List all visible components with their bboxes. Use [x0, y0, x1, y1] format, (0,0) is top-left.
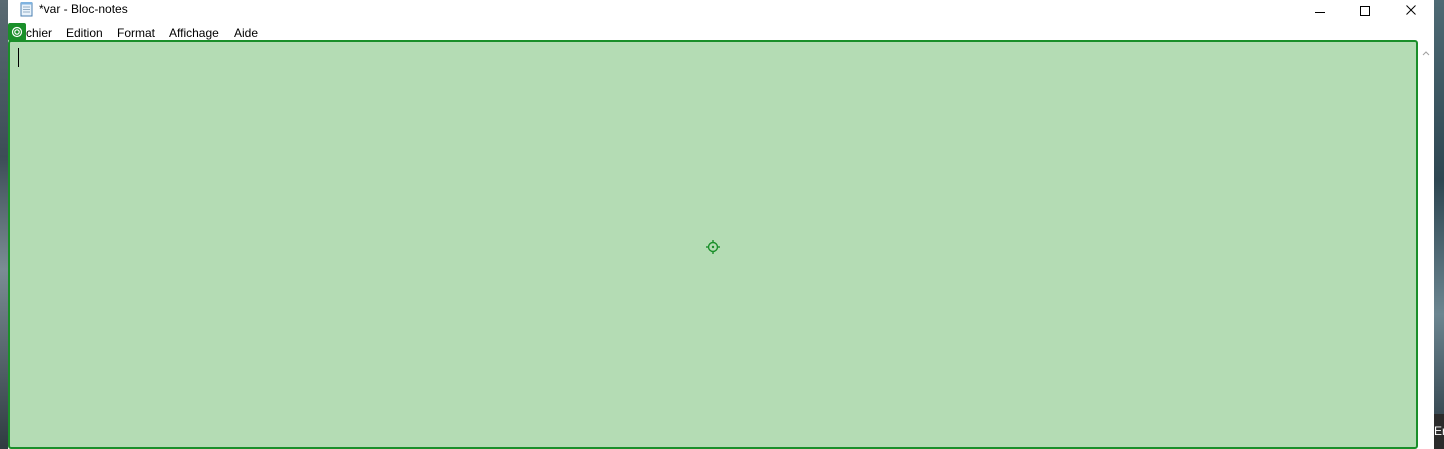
- screen: Er *var - Bloc-notes: [0, 0, 1444, 449]
- minimize-icon: [1315, 12, 1325, 13]
- text-editor-area[interactable]: [8, 40, 1418, 449]
- maximize-button[interactable]: [1342, 0, 1388, 20]
- close-button[interactable]: [1388, 0, 1434, 20]
- minimize-button[interactable]: [1297, 0, 1343, 20]
- crosshair-icon: [706, 240, 720, 254]
- text-caret: [18, 48, 19, 67]
- chevron-up-icon: [1422, 51, 1430, 56]
- scroll-up-button[interactable]: [1419, 47, 1433, 59]
- notepad-icon: [20, 2, 33, 17]
- menu-aide[interactable]: Aide: [234, 26, 258, 40]
- title-bar[interactable]: *var - Bloc-notes: [8, 0, 1434, 20]
- desktop-background-right: [1434, 0, 1444, 449]
- maximize-icon: [1360, 6, 1370, 16]
- menu-edition[interactable]: Edition: [66, 26, 103, 40]
- desktop-background-left: [0, 0, 8, 449]
- notepad-window: *var - Bloc-notes chier Edition Format A…: [8, 0, 1434, 449]
- taskbar-peek[interactable]: Er: [1434, 414, 1444, 449]
- target-badge-icon: [11, 26, 23, 38]
- window-title: *var - Bloc-notes: [39, 2, 128, 16]
- menu-format[interactable]: Format: [117, 26, 155, 40]
- target-badge: [8, 23, 26, 41]
- vertical-scrollbar[interactable]: [1419, 40, 1434, 449]
- close-icon: [1406, 5, 1416, 15]
- menu-affichage[interactable]: Affichage: [169, 26, 219, 40]
- menu-fichier[interactable]: chier: [26, 26, 52, 40]
